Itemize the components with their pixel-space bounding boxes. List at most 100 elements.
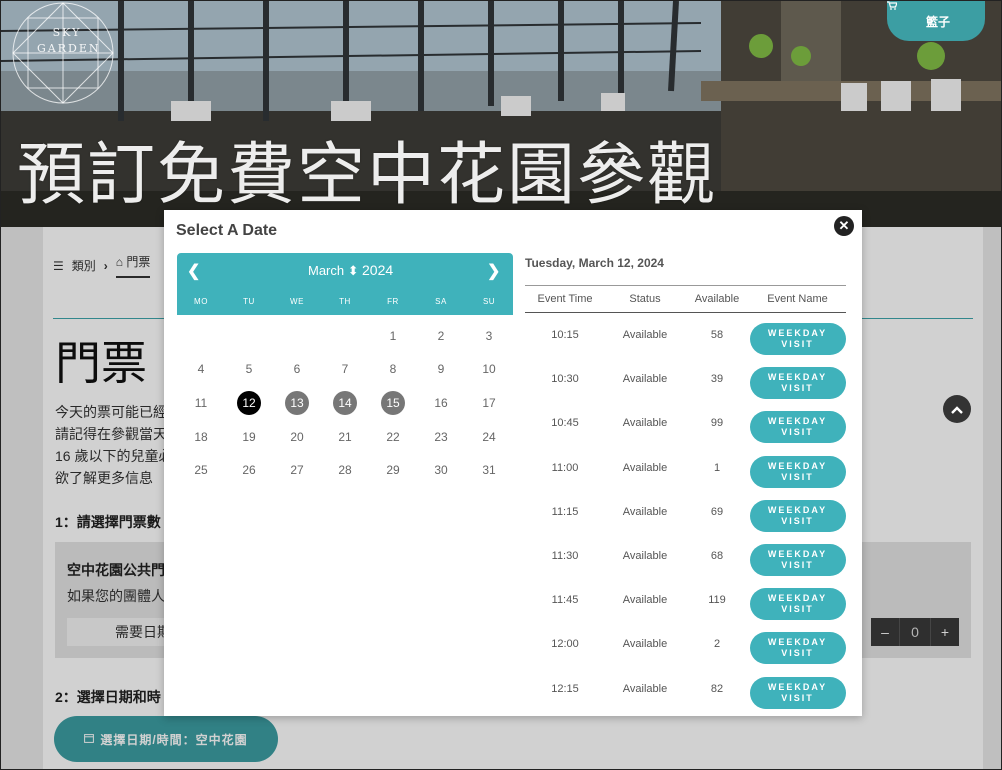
weekday-visit-button[interactable]: WEEKDAY VISIT [749,323,846,355]
slot-status: Available [622,682,668,695]
calendar-day: 22 [369,420,417,454]
calendar-day-number: 20 [290,429,304,444]
slot-status: Available [622,505,668,518]
weekday-visit-button[interactable]: WEEKDAY VISIT [749,543,846,576]
calendar-day: 17 [465,386,513,420]
calendar-day: 6 [273,353,321,387]
calendar-day-number: 28 [338,463,352,478]
slot-time: 12:00 [551,638,579,651]
close-button[interactable]: ✕ [834,216,854,236]
cart-label: 籃子 [925,14,950,29]
table-row: 11:00 Available 1 WEEKDAY VISIT [525,446,846,490]
calendar-day: 8 [369,353,417,387]
calendar-day: 9 [417,353,465,387]
calendar-day: 19 [225,420,273,454]
year-select[interactable]: 2024 [362,262,393,278]
calendar-day-number: 15 [381,390,405,415]
calendar-day: 29 [369,453,417,487]
logo-line-1: SKY [52,26,82,39]
calendar-day-number: 19 [242,429,256,444]
calendar-day: 30 [417,453,465,487]
slot-time: 12:15 [551,682,579,695]
slot-status: Available [622,549,668,562]
calendar-day[interactable]: 15 [369,386,417,420]
calendar-day-number: 13 [285,390,309,415]
slot-available: 39 [710,373,724,386]
logo-line-2: GARDEN [37,42,101,55]
weekday-visit-button[interactable]: WEEKDAY VISIT [749,632,846,665]
calendar-day: 25 [177,453,225,487]
weekday-visit-button[interactable]: WEEKDAY VISIT [749,367,846,400]
close-icon: ✕ [838,218,850,233]
calendar-day-number: 16 [434,395,448,410]
calendar-day: 24 [465,420,513,454]
slot-event-cell: WEEKDAY VISIT [749,313,846,355]
calendar-day-number: 14 [333,390,357,415]
calendar-day[interactable]: 14 [321,386,369,420]
weekday-visit-button[interactable]: WEEKDAY VISIT [749,499,846,532]
weekday-label: TH [339,297,351,306]
slot-event-cell: WEEKDAY VISIT [749,622,846,665]
calendar-day-number: 4 [197,362,205,377]
calendar-day-number: 6 [293,362,301,377]
calendar-day-number: 27 [290,463,304,478]
calendar-day: 7 [321,353,369,387]
slot-available: 2 [713,638,721,651]
weekday-visit-button[interactable]: WEEKDAY VISIT [749,411,846,444]
calendar-day-number: 30 [434,463,448,478]
date-picker-modal: Select A Date ✕ ❮ March ⬍ 2024 ❯ MO TU WE T… [164,210,862,716]
weekday-label: TU [243,297,255,306]
weekday-visit-button[interactable]: WEEKDAY VISIT [749,676,846,709]
calendar-day-number: 5 [245,362,253,377]
calendar-blank [273,319,321,353]
chevron-up-icon [951,401,963,417]
modal-title: Select A Date [176,222,278,239]
slot-time: 10:45 [551,417,579,430]
slot-status: Available [622,461,668,474]
calendar-day: 5 [225,353,273,387]
table-row: 12:15 Available 82 WEEKDAY VISIT [525,667,846,711]
chevron-right-icon[interactable]: ❯ [487,261,500,281]
slot-event-cell: WEEKDAY VISIT [749,357,846,400]
calendar-day: 20 [273,420,321,454]
calendar-day-number: 11 [194,395,208,410]
table-row: 11:30 Available 68 WEEKDAY VISIT [525,534,846,578]
weekday-visit-button[interactable]: WEEKDAY VISIT [749,588,846,621]
calendar-day: 3 [465,319,513,353]
weekday-visit-button[interactable]: WEEKDAY VISIT [749,455,846,488]
month-select[interactable]: March ⬍ [308,263,359,279]
slot-status: Available [622,638,668,651]
calendar-day: 10 [465,353,513,387]
calendar-day[interactable]: 13 [273,386,321,420]
calendar-day: 16 [417,386,465,420]
slot-time: 10:30 [551,373,579,386]
calendar-day: 4 [177,353,225,387]
calendar-blank [177,319,225,353]
slot-event-cell: WEEKDAY VISIT [749,490,846,532]
scroll-to-top-button[interactable] [943,395,971,423]
calendar-day-number: 29 [386,463,400,478]
slot-event-cell: WEEKDAY VISIT [749,446,846,488]
weekday-label: MO [194,297,208,306]
column-header-event: Event Name [767,293,828,305]
slot-event-cell: WEEKDAY VISIT [749,401,846,444]
column-header-available: Available [694,293,740,305]
slot-status: Available [622,329,668,341]
calendar-day-number: 18 [194,429,208,444]
weekday-label: FR [387,297,399,306]
cart-button[interactable]: 籃子 [887,1,985,41]
table-body: 10:15 Available 58 WEEKDAY VISIT 10:30 Availa… [525,313,846,711]
calendar-day-number: 12 [237,390,261,415]
calendar-day: 1 [369,319,417,353]
slot-available: 1 [713,461,721,474]
calendar-day-number: 22 [386,429,400,444]
logo-text: SKY GARDEN [37,25,101,57]
table-row: 11:45 Available 119 WEEKDAY VISIT [525,578,846,622]
calendar-day-number: 23 [434,429,448,444]
weekday-label: SA [435,297,447,306]
calendar-day[interactable]: 12 [225,386,273,420]
slot-available: 69 [710,505,724,518]
chevron-left-icon[interactable]: ❮ [187,261,200,281]
calendar-day-number: 24 [482,429,496,444]
slot-time: 11:45 [551,594,579,607]
